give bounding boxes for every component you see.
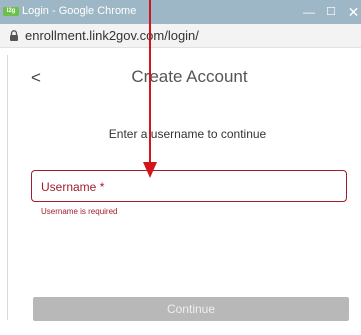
instruction-text: Enter a username to continue	[108, 127, 267, 141]
url-text[interactable]: enrollment.link2gov.com/login/	[25, 28, 199, 43]
minimize-button[interactable]: —	[302, 3, 316, 21]
app-logo: l2g	[3, 7, 19, 16]
left-divider	[7, 55, 8, 320]
page-title: Create Account	[131, 67, 248, 86]
continue-button[interactable]: Continue	[33, 297, 349, 321]
address-bar[interactable]: enrollment.link2gov.com/login/	[0, 24, 361, 48]
browser-window: l2g Login - Google Chrome — ☐ ✕ enrollme…	[0, 0, 361, 335]
lock-icon	[10, 30, 18, 41]
username-input[interactable]	[32, 171, 350, 203]
username-field[interactable]: Username *	[31, 170, 350, 203]
close-window-button[interactable]: ✕	[346, 3, 361, 21]
maximize-button[interactable]: ☐	[324, 3, 338, 21]
window-title: Login - Google Chrome	[22, 5, 137, 17]
username-error-message: Username is required	[41, 207, 118, 216]
title-bar: l2g Login - Google Chrome — ☐ ✕	[0, 0, 361, 24]
